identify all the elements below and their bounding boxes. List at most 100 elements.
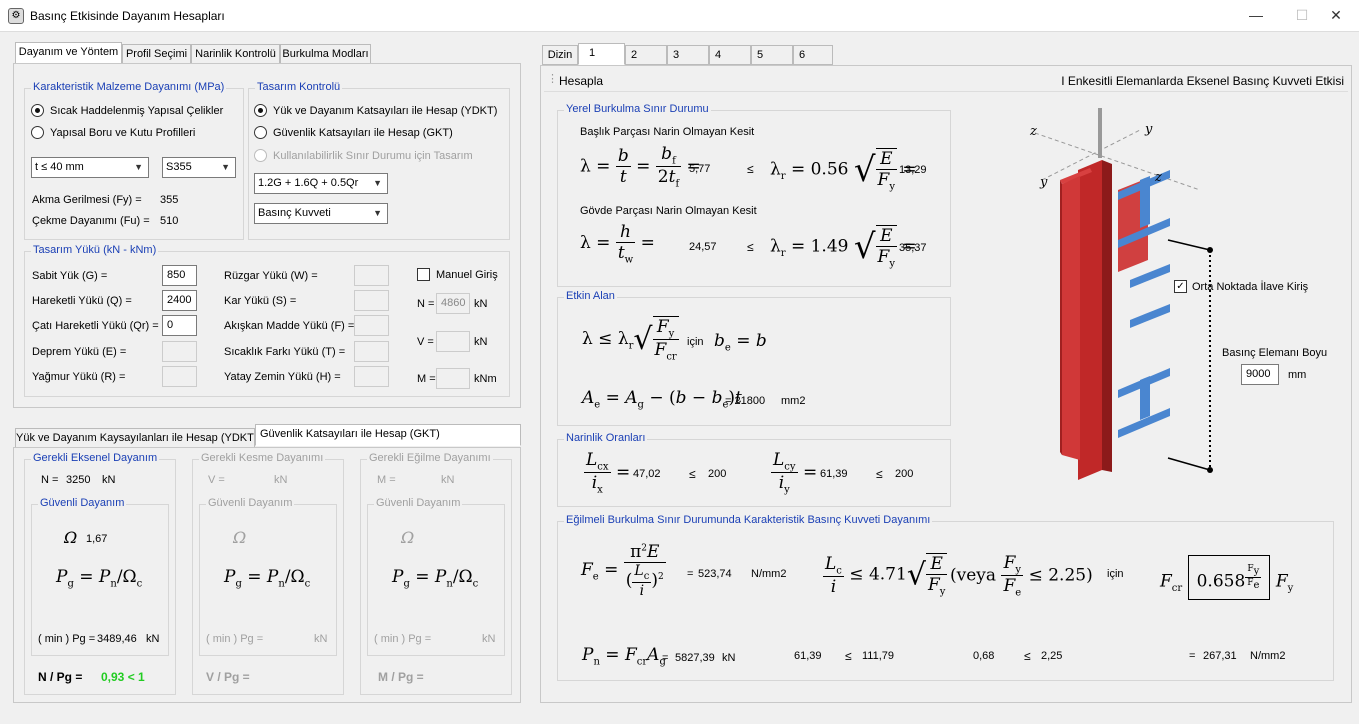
- window-title: Basınç Etkisinde Dayanım Hesapları: [30, 9, 225, 23]
- slender-x-le: ≤: [689, 467, 696, 481]
- load-w-label: Rüzgar Yükü (W) =: [224, 270, 318, 282]
- check2-le: ≤: [1024, 649, 1031, 663]
- radio-serviceability[interactable]: [254, 149, 267, 162]
- thickness-value: t ≤ 40 mm: [35, 161, 84, 173]
- load-qr-input[interactable]: 0: [162, 315, 197, 336]
- local-buckling-title: Yerel Burkulma Sınır Durumu: [564, 103, 711, 115]
- effective-area-title: Etkin Alan: [564, 290, 617, 302]
- tab-dizin[interactable]: Dizin: [542, 45, 578, 65]
- radio-hot-rolled[interactable]: [31, 104, 44, 117]
- axial-n-value: 3250: [66, 474, 91, 486]
- effective-condition-formula: λ ≤ λr√ Fy Fcr: [582, 316, 679, 363]
- load-q-input[interactable]: 2400: [162, 290, 197, 311]
- load-e-input[interactable]: [162, 341, 197, 362]
- moment-safe-title: Güvenli Dayanım: [374, 497, 463, 509]
- fcr-unit: N/mm2: [1250, 650, 1286, 662]
- flange-limit-value: 13,29: [899, 164, 927, 176]
- pg-formula: Pg = Pn/Ωc: [392, 567, 479, 590]
- chevron-down-icon: ▼: [221, 162, 230, 172]
- axial-n-label: N =: [41, 474, 59, 486]
- radio-tube[interactable]: [31, 126, 44, 139]
- web-limit-formula: λr = 1.49 √ E Fy =: [770, 225, 917, 270]
- flange-value: 5,77: [689, 163, 711, 175]
- tab-dayanim-yontem[interactable]: Dayanım ve Yöntem: [15, 42, 122, 64]
- load-g-input[interactable]: 850: [162, 265, 197, 286]
- minimize-button[interactable]: —: [1233, 0, 1279, 32]
- length-unit: mm: [1288, 369, 1307, 381]
- axial-ratio-value: 0,93 < 1: [101, 670, 145, 684]
- tab-3[interactable]: 3: [667, 45, 709, 65]
- m-label: M =: [417, 373, 436, 385]
- design-group-title: Tasarım Kontrolü: [255, 81, 343, 93]
- tab-profil-secimi[interactable]: Profil Seçimi: [122, 44, 191, 64]
- effective-width-formula: be = b: [714, 331, 767, 354]
- web-le: ≤: [747, 240, 754, 254]
- grade-value: S355: [166, 161, 192, 173]
- web-formula: λ = h tw =: [580, 222, 655, 266]
- load-w-input[interactable]: [354, 265, 389, 286]
- n-input[interactable]: 4860: [436, 293, 470, 314]
- omega-symbol: Ω: [401, 528, 415, 547]
- tab-gkt-result[interactable]: Güvenlik Katsayıları ile Hesap (GKT): [255, 424, 521, 446]
- omega-symbol: Ω: [64, 528, 78, 547]
- load-q-label: Hareketli Yükü (Q) =: [32, 295, 132, 307]
- load-f-input[interactable]: [354, 315, 389, 336]
- tab-4[interactable]: 4: [709, 45, 751, 65]
- effective-area-unit: mm2: [781, 395, 806, 407]
- v-label: V =: [417, 336, 434, 348]
- radio-ydkt[interactable]: [254, 104, 267, 117]
- tab-narinlik-kontrolu[interactable]: Narinlik Kontrolü: [191, 44, 280, 64]
- web-value: 24,57: [689, 241, 717, 253]
- fe-value: 523,74: [698, 568, 732, 580]
- brace-checkbox[interactable]: ✓: [1174, 280, 1187, 293]
- pn-unit: kN: [722, 652, 736, 664]
- column-figure: [1034, 108, 1213, 480]
- tab-5[interactable]: 5: [751, 45, 793, 65]
- tab-ydkt-result[interactable]: Yük ve Dayanım Kaysayılanları ile Hesap …: [15, 428, 255, 448]
- fu-value: 510: [160, 215, 179, 227]
- v-unit: kN: [474, 336, 488, 348]
- v-input[interactable]: [436, 331, 470, 352]
- axis-z-label: z: [1030, 124, 1037, 139]
- chevron-down-icon: ▼: [373, 208, 382, 218]
- manual-entry-label: Manuel Giriş: [436, 269, 498, 281]
- moment-group-title: Gerekli Eğilme Dayanımı: [367, 452, 493, 464]
- shear-v-unit: kN: [274, 474, 288, 486]
- axis-z-label: z: [1155, 170, 1162, 185]
- load-r-input[interactable]: [162, 366, 197, 387]
- tab-burkulma-modlari[interactable]: Burkulma Modları: [280, 44, 371, 64]
- axial-pg-unit: kN: [146, 633, 160, 645]
- load-h-input[interactable]: [354, 366, 389, 387]
- thickness-select[interactable]: t ≤ 40 mm ▼: [31, 157, 149, 178]
- fcr-value: 267,31: [1203, 650, 1237, 662]
- calc-button[interactable]: Hesapla: [559, 74, 603, 88]
- m-input[interactable]: [436, 368, 470, 389]
- length-input[interactable]: 9000: [1241, 364, 1279, 385]
- manual-entry-checkbox[interactable]: [417, 268, 430, 281]
- n-unit: kN: [474, 298, 488, 310]
- force-select[interactable]: Basınç Kuvveti ▼: [254, 203, 388, 224]
- load-s-input[interactable]: [354, 290, 389, 311]
- ratio-limit-formula: (veya Fy Fe ≤ 2.25): [950, 553, 1093, 599]
- shear-safe-title: Güvenli Dayanım: [206, 497, 295, 509]
- close-button[interactable]: ✕: [1313, 0, 1359, 32]
- load-t-input[interactable]: [354, 341, 389, 362]
- tab-2[interactable]: 2: [625, 45, 667, 65]
- moment-ratio-label: M / Pg =: [378, 670, 424, 684]
- pg-formula: Pg = Pn/Ωc: [224, 567, 311, 590]
- omega-symbol: Ω: [233, 528, 247, 547]
- slender-y-limit: 200: [895, 468, 914, 480]
- slenderness-title: Narinlik Oranları: [564, 432, 648, 444]
- combo-select[interactable]: 1.2G + 1.6Q + 0.5Qr ▼: [254, 173, 388, 194]
- slender-y-value: 61,39: [820, 468, 848, 480]
- moment-pg-label: ( min ) Pg =: [374, 633, 432, 645]
- radio-tube-label: Yapısal Boru ve Kutu Profilleri: [50, 127, 196, 139]
- loads-group-title: Tasarım Yükü (kN - kNm): [31, 244, 159, 256]
- grade-select[interactable]: S355 ▼: [162, 157, 236, 178]
- web-label: Gövde Parçası Narin Olmayan Kesit: [580, 205, 757, 217]
- tab-6[interactable]: 6: [793, 45, 833, 65]
- tab-1[interactable]: 1: [578, 43, 625, 65]
- check1-limit: 111,79: [862, 650, 895, 662]
- radio-gkt[interactable]: [254, 126, 267, 139]
- slender-y-le: ≤: [876, 467, 883, 481]
